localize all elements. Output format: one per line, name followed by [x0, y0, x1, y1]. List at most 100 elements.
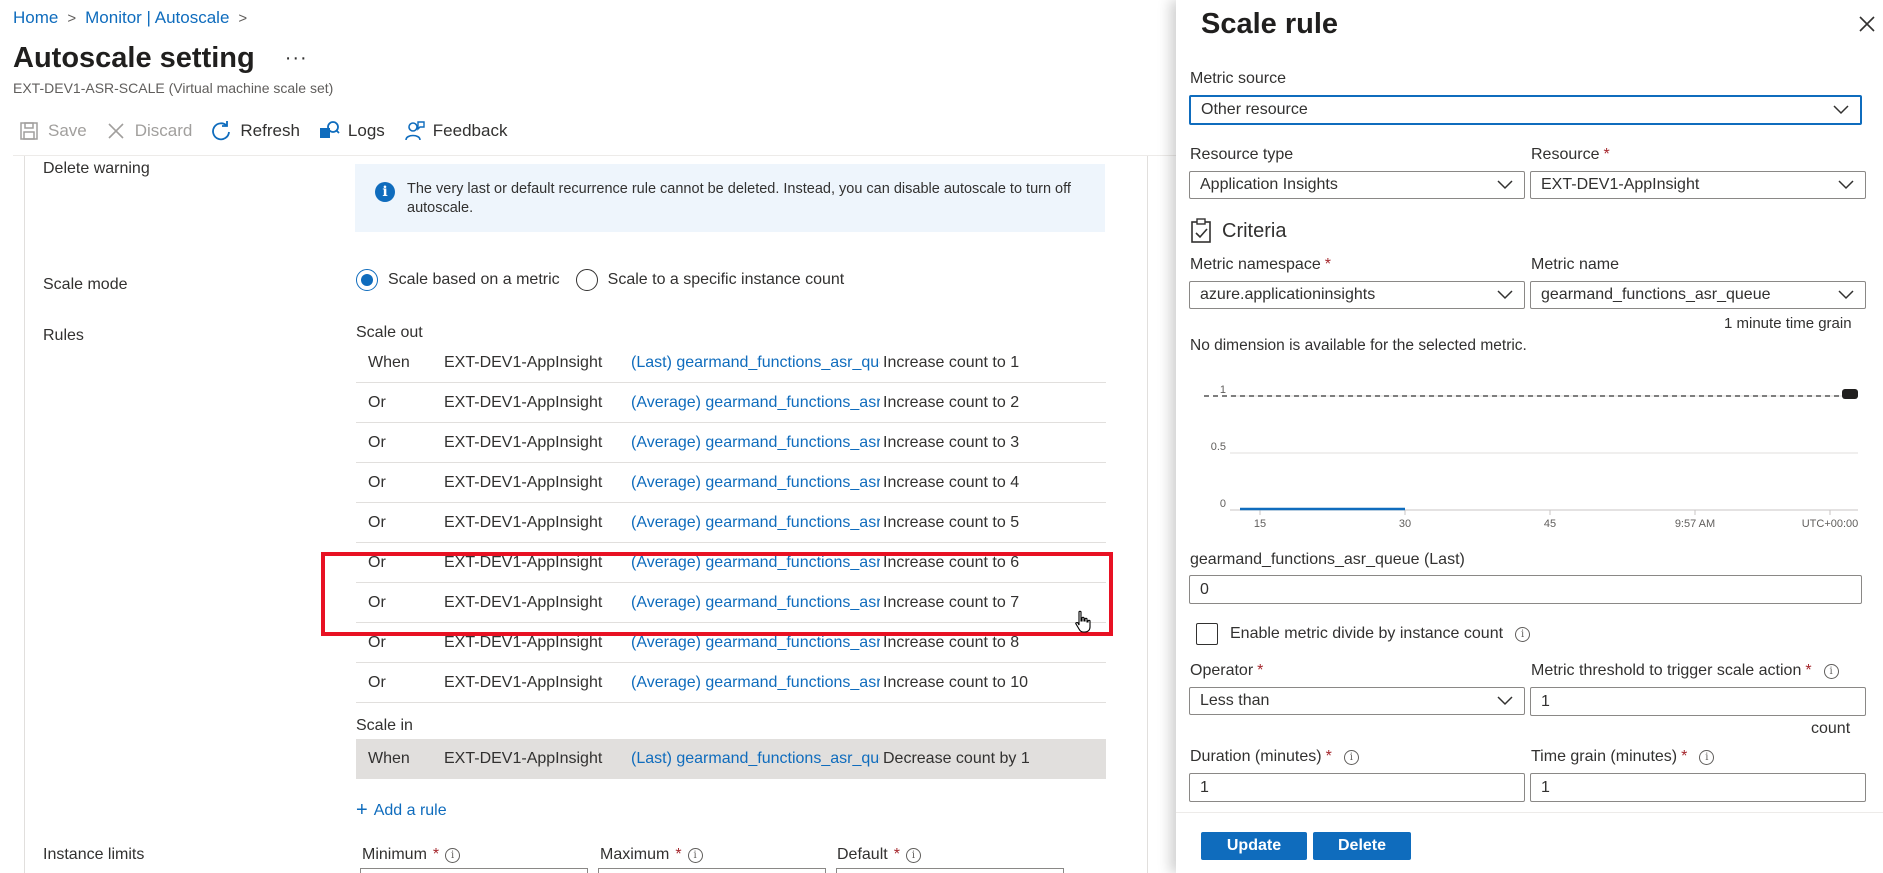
footer-divider: [1176, 812, 1883, 813]
rule-resource: EXT-DEV1-AppInsight: [444, 750, 603, 767]
default-label-group: Default * i: [837, 846, 921, 864]
rule-metric-link[interactable]: (Average) gearmand_functions_asr_queue: [631, 634, 880, 652]
rule-metric-link[interactable]: (Average) gearmand_functions_asr_queue: [631, 394, 880, 412]
resource-label: Resource *: [1531, 146, 1610, 164]
rule-metric-link[interactable]: (Last) gearmand_functions_asr_queue: [631, 354, 880, 372]
chart-y-tick-label: 0.5: [1211, 441, 1226, 453]
rule-metric-link[interactable]: (Average) gearmand_functions_asr_queue: [631, 474, 880, 492]
label-text: Metric namespace: [1190, 256, 1321, 273]
metric-namespace-dropdown[interactable]: azure.applicationinsights: [1189, 281, 1525, 309]
required-marker: *: [675, 846, 682, 863]
close-icon[interactable]: [1857, 14, 1877, 34]
discard-button[interactable]: Discard: [105, 120, 192, 142]
required-marker: *: [432, 846, 440, 863]
chart-x-tick-label: 15: [1254, 518, 1266, 530]
required-marker: *: [1681, 748, 1688, 765]
info-icon[interactable]: i: [1823, 663, 1839, 679]
info-icon[interactable]: i: [687, 847, 703, 863]
breadcrumb-monitor[interactable]: Monitor | Autoscale: [85, 8, 229, 28]
scale-out-label: Scale out: [356, 324, 423, 341]
resource-type-dropdown[interactable]: Application Insights: [1189, 171, 1525, 199]
time-grain-input[interactable]: 1: [1530, 773, 1866, 802]
chevron-down-icon: [1497, 180, 1513, 190]
chevron-right-icon: >: [238, 9, 248, 27]
autoscale-blade: Home > Monitor | Autoscale > Autoscale s…: [0, 0, 1176, 873]
operator-label: Operator *: [1190, 662, 1263, 680]
chart-y-tick-label: 0: [1220, 498, 1226, 510]
scale-in-highlight-box: [321, 552, 1113, 636]
label-text: Duration (minutes): [1190, 748, 1322, 765]
label-text: Operator: [1190, 662, 1254, 679]
radio-selected-icon: [356, 269, 378, 291]
dropdown-value: gearmand_functions_asr_queue: [1541, 286, 1771, 303]
operator-dropdown[interactable]: Less than: [1189, 687, 1525, 715]
logs-label: Logs: [347, 121, 385, 140]
delete-button[interactable]: Delete: [1313, 832, 1411, 860]
rule-resource: EXT-DEV1-AppInsight: [444, 393, 603, 411]
table-row[interactable]: When EXT-DEV1-AppInsight (Last) gearmand_f…: [356, 343, 1106, 383]
table-row[interactable]: Or EXT-DEV1-AppInsight (Average) gearmand_…: [356, 463, 1106, 503]
default-input[interactable]: [836, 868, 1064, 873]
metric-source-dropdown[interactable]: Other resource: [1189, 95, 1862, 125]
add-rule-label: Add a rule: [373, 801, 447, 819]
resource-dropdown[interactable]: EXT-DEV1-AppInsight: [1530, 171, 1866, 199]
rule-resource: EXT-DEV1-AppInsight: [444, 433, 603, 451]
info-icon[interactable]: i: [1343, 749, 1359, 765]
table-row[interactable]: Or EXT-DEV1-AppInsight (Average) gearmand_…: [356, 383, 1106, 423]
more-options-icon[interactable]: ···: [285, 47, 308, 70]
required-marker: *: [1805, 662, 1812, 679]
rule-metric-link[interactable]: (Average) gearmand_functions_asr_queue: [631, 514, 880, 532]
rule-metric-link[interactable]: (Average) gearmand_functions_asr_queue: [631, 434, 880, 452]
required-marker: *: [1325, 748, 1332, 765]
radio-scale-metric[interactable]: Scale based on a metric: [356, 269, 560, 291]
rule-action: Increase count to 4: [883, 473, 1020, 491]
minimum-input[interactable]: [360, 868, 588, 873]
save-button[interactable]: Save: [18, 120, 87, 142]
button-label: Update: [1226, 837, 1282, 854]
chart-x-tick-label: UTC+00:00: [1802, 518, 1859, 530]
default-label: Default: [837, 846, 888, 863]
metric-divide-checkbox[interactable]: [1196, 623, 1218, 645]
info-icon[interactable]: i: [905, 847, 921, 863]
feedback-label: Feedback: [432, 121, 508, 140]
logs-icon: [319, 121, 340, 138]
rule-condition: When: [368, 353, 410, 371]
field-value: 1: [1541, 692, 1550, 710]
rule-metric-link[interactable]: (Last) gearmand_functions_asr_queue: [631, 750, 880, 768]
maximum-input[interactable]: [598, 868, 826, 873]
metric-name-dropdown[interactable]: gearmand_functions_asr_queue: [1530, 281, 1866, 309]
dropdown-value: Application Insights: [1200, 176, 1338, 193]
scale-mode-radio-group: Scale based on a metric Scale to a speci…: [356, 269, 844, 291]
duration-input[interactable]: 1: [1189, 773, 1525, 802]
threshold-input[interactable]: 1: [1530, 687, 1866, 716]
chevron-down-icon: [1838, 180, 1854, 190]
table-row[interactable]: Or EXT-DEV1-AppInsight (Average) gearmand_…: [356, 503, 1106, 543]
field-value: 1: [1541, 778, 1550, 796]
chevron-down-icon: [1838, 290, 1854, 300]
rule-metric-link[interactable]: (Average) gearmand_functions_asr_queue: [631, 674, 880, 692]
info-icon[interactable]: i: [445, 847, 461, 863]
info-icon[interactable]: i: [1515, 626, 1531, 642]
radio-scale-instance-count[interactable]: Scale to a specific instance count: [575, 269, 845, 291]
rule-action: Increase count to 2: [883, 393, 1020, 411]
table-row[interactable]: Or EXT-DEV1-AppInsight (Average) gearmand_…: [356, 663, 1106, 703]
radio-label: Scale to a specific instance count: [607, 271, 845, 288]
rule-condition: When: [368, 750, 410, 767]
rule-resource: EXT-DEV1-AppInsight: [444, 513, 603, 531]
breadcrumb-home[interactable]: Home: [13, 8, 58, 28]
refresh-button[interactable]: Refresh: [210, 120, 300, 142]
delete-warning-message: The very last or default recurrence rule…: [407, 181, 1071, 216]
logs-button[interactable]: Logs: [318, 120, 385, 142]
info-icon[interactable]: i: [1699, 749, 1715, 765]
label-text: Resource: [1531, 146, 1600, 163]
rule-resource: EXT-DEV1-AppInsight: [444, 673, 603, 691]
rule-condition: Or: [368, 633, 386, 651]
scale-in-label: Scale in: [356, 717, 413, 734]
add-rule-link[interactable]: + Add a rule: [356, 799, 447, 822]
label-text: Resource type: [1190, 146, 1294, 163]
feedback-button[interactable]: Feedback: [403, 120, 508, 142]
table-row[interactable]: Or EXT-DEV1-AppInsight (Average) gearmand_…: [356, 423, 1106, 463]
update-button[interactable]: Update: [1201, 832, 1307, 860]
settings-content: Delete warning i The very last or defaul…: [24, 156, 1148, 873]
table-row[interactable]: When EXT-DEV1-AppInsight (Last) gearmand_f…: [356, 739, 1106, 779]
